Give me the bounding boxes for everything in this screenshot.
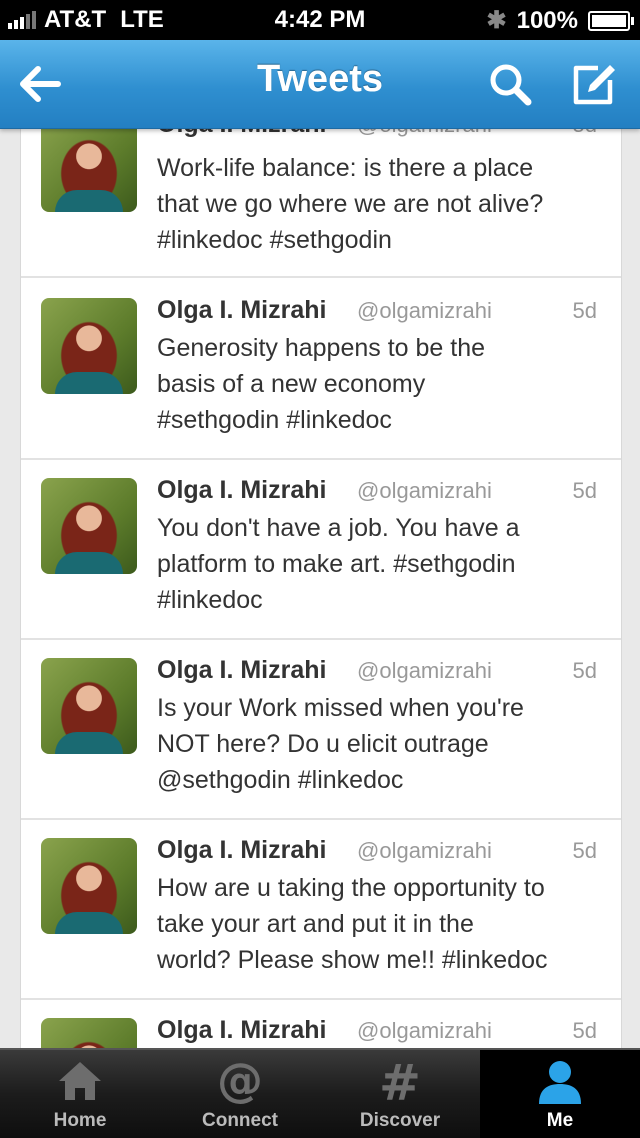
avatar[interactable] (41, 478, 137, 574)
svg-text:#: # (379, 1056, 421, 1106)
tweet-text-line: How are u taking the opportunity to (157, 874, 545, 902)
tweet-text-line: take your art and put it in the (157, 910, 474, 938)
hash-icon: # (379, 1056, 421, 1106)
tweet-text: You don't have a job. You have a platfor… (157, 510, 607, 618)
battery-icon (588, 10, 634, 31)
avatar[interactable] (41, 658, 137, 754)
search-button[interactable] (484, 58, 536, 110)
avatar[interactable] (41, 298, 137, 394)
tweet-timestamp: 5d (572, 478, 597, 503)
tweet-author-handle: @olgamizrahi (357, 838, 492, 863)
tweet-text-line: that we go where we are not alive? (157, 190, 544, 218)
tweet-text-line: #linkedoc #sethgodin (157, 226, 392, 254)
tweet-author-handle: @olgamizrahi (357, 298, 492, 323)
tweet-author-handle: @olgamizrahi (357, 658, 492, 683)
page-title: Tweets (256, 58, 383, 100)
tweet-text: Work-life balance: is there a place that… (157, 150, 607, 258)
avatar[interactable] (41, 838, 137, 934)
tweet-author-name: Olga I. Mizrahi (157, 656, 327, 684)
at-sign-icon: @ (217, 1056, 263, 1106)
tweet-timestamp: 5d (572, 658, 597, 683)
search-icon (490, 64, 532, 106)
tab-connect[interactable]: @ Connect (160, 1050, 320, 1138)
compose-icon (573, 65, 615, 105)
tweet-text: Is your Work missed when you're NOT here… (157, 690, 607, 798)
tweet-author-name: Olga I. Mizrahi (157, 128, 326, 139)
tweet-author-handle: @olgamizrahi (357, 128, 492, 138)
bluetooth-icon: ✱ (486, 7, 507, 34)
tweet-text: How are u taking the opportunity to take… (157, 870, 607, 978)
tweet-author-name: Olga I. Mizrahi (157, 476, 327, 504)
svg-text:@: @ (217, 1056, 263, 1106)
home-icon (59, 1062, 101, 1100)
tab-home[interactable]: Home (0, 1050, 160, 1138)
tweet-item[interactable]: Olga I. Mizrahi @olgamizrahi 5d (21, 998, 621, 1050)
tweet-author-name: Olga I. Mizrahi (157, 296, 327, 324)
avatar[interactable] (41, 1018, 137, 1050)
tweet-timeline[interactable]: Olga I. Mizrahi @olgamizrahi 5d Work-lif… (20, 128, 622, 1050)
tab-me[interactable]: Me (480, 1050, 640, 1138)
tweet-text-line: basis of a new economy (157, 370, 426, 398)
tab-label: Connect (202, 1110, 278, 1131)
tweet-text-line: You don't have a job. You have a (157, 514, 520, 542)
tweet-author-handle: @olgamizrahi (357, 478, 492, 503)
tweet-timestamp: 5d (572, 298, 597, 323)
tweet-timestamp: 5d (572, 1018, 597, 1043)
tab-label: Home (53, 1110, 107, 1131)
tab-label: Me (546, 1110, 574, 1131)
tweet-author-name: Olga I. Mizrahi (157, 836, 327, 864)
tweet-timestamp: 5d (573, 128, 597, 138)
tweet-text-line: world? Please show me!! #linkedoc (157, 946, 548, 974)
tweet-text-line: #linkedoc (157, 586, 263, 614)
tweet-timestamp: 5d (572, 838, 597, 863)
tweet-item[interactable]: Olga I. Mizrahi @olgamizrahi 5d Generosi… (21, 278, 621, 460)
battery-percent: 100% (516, 6, 578, 34)
avatar[interactable] (41, 128, 137, 212)
person-icon (539, 1061, 581, 1104)
tweet-text-line: NOT here? Do u elicit outrage (157, 730, 489, 758)
tab-label: Discover (359, 1110, 441, 1131)
tweet-item[interactable]: Olga I. Mizrahi @olgamizrahi 5d Is your … (21, 638, 621, 820)
compose-button[interactable] (568, 58, 620, 110)
status-bar: AT&T LTE 4:42 PM ✱ 100% (0, 0, 640, 40)
tweet-item[interactable]: Olga I. Mizrahi @olgamizrahi 5d How are … (21, 818, 621, 1000)
tweet-text-line: platform to make art. #sethgodin (157, 550, 516, 578)
tweet-author-handle: @olgamizrahi (357, 1018, 492, 1043)
tweet-text-line: Work-life balance: is there a place (157, 154, 534, 182)
navigation-bar: Tweets (0, 40, 640, 129)
tab-bar: Home @ Connect # Discover Me (0, 1048, 640, 1138)
tweet-text: Generosity happens to be the basis of a … (157, 330, 607, 438)
tab-discover[interactable]: # Discover (320, 1050, 480, 1138)
tweet-item[interactable]: Olga I. Mizrahi @olgamizrahi 5d Work-lif… (21, 128, 621, 278)
tweet-author-name: Olga I. Mizrahi (157, 1016, 327, 1044)
tweet-text-line: #sethgodin #linkedoc (157, 406, 392, 434)
tweet-text-line: Is your Work missed when you're (157, 694, 524, 722)
tweet-item[interactable]: Olga I. Mizrahi @olgamizrahi 5d You don'… (21, 458, 621, 640)
tweet-text-line: Generosity happens to be the (157, 334, 486, 362)
tweet-text-line: @sethgodin #linkedoc (157, 766, 404, 794)
